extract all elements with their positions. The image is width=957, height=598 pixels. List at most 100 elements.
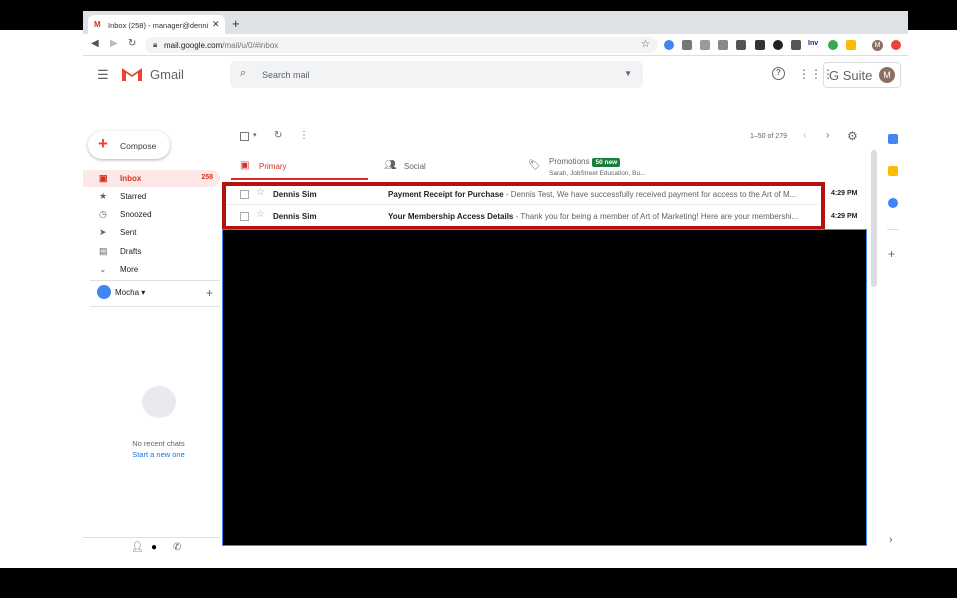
sidebar-item-label: Sent [120, 228, 137, 237]
search-options-icon[interactable]: ▼ [624, 69, 632, 78]
clock-icon: ◷ [99, 209, 107, 219]
compose-button[interactable]: + Compose [88, 131, 170, 159]
tab-label: Social [404, 162, 426, 171]
gsuite-account-button[interactable]: G Suite M [823, 62, 901, 88]
hangouts-icon[interactable]: ● [151, 542, 157, 553]
lock-icon: 🔒︎ [153, 40, 158, 49]
search-bar[interactable]: ⌕ Search mail ▼ [230, 61, 643, 88]
close-tab-icon[interactable]: ✕ [212, 19, 220, 30]
start-new-chat-link[interactable]: Start a new one [105, 450, 212, 459]
tab-label: Promotions [549, 157, 590, 166]
more-options-icon[interactable]: ⋮ [299, 130, 309, 141]
extension-icon[interactable] [718, 40, 728, 50]
gmail-favicon-icon: M [94, 20, 101, 29]
grammarly-extension-icon[interactable] [828, 40, 838, 50]
scrollbar[interactable] [871, 150, 877, 287]
back-icon[interactable]: ◀ [91, 38, 99, 49]
compose-plus-icon: + [98, 134, 108, 153]
inv-extension-icon[interactable]: Inv [808, 40, 818, 47]
star-icon: ★ [99, 191, 108, 201]
email-time: 4:29 PM [831, 213, 858, 220]
profile-avatar[interactable]: M [872, 40, 883, 51]
calendar-icon[interactable] [888, 134, 898, 144]
extension-icon[interactable] [791, 40, 801, 50]
tab-label: Primary [259, 162, 287, 171]
compose-label: Compose [120, 141, 157, 151]
sidebar-item-label: More [120, 265, 139, 274]
divider [90, 306, 220, 307]
older-page-icon[interactable]: › [826, 130, 829, 141]
sidebar-item-label: Snoozed [120, 210, 152, 219]
tab-social[interactable]: 👥︎ Social [374, 152, 511, 180]
app-name: Gmail [150, 67, 184, 82]
draft-icon: ▤ [99, 246, 108, 256]
url-host: mail.google.com [164, 41, 223, 50]
tab-title: Inbox (258) - manager@dennis [108, 21, 208, 30]
camera-extension-icon[interactable] [682, 40, 692, 50]
tab-primary[interactable]: ▣ Primary [231, 152, 368, 180]
refresh-icon[interactable]: ↻ [274, 130, 282, 141]
select-dropdown-icon[interactable]: ▾ [253, 131, 257, 139]
contacts-icon[interactable]: 👤︎ [131, 542, 144, 553]
sidebar-item-inbox[interactable]: ▣ Inbox 258 [83, 170, 220, 187]
keep-icon[interactable] [888, 166, 898, 176]
settings-gear-icon[interactable]: ⚙ [847, 129, 858, 143]
inbox-icon: ▣ [240, 160, 250, 171]
extension-icon[interactable] [755, 40, 765, 50]
reload-icon[interactable]: ↻ [128, 38, 136, 49]
main-menu-icon[interactable]: ☰ [97, 67, 109, 83]
divider [887, 229, 899, 230]
highlight-box [222, 182, 825, 230]
sidebar-item-label: Drafts [120, 247, 142, 256]
redacted-area [222, 229, 867, 546]
gsuite-brand: G Suite [829, 68, 873, 83]
help-icon[interactable]: ? [772, 67, 785, 80]
people-icon: 👥︎ [384, 160, 397, 171]
newer-page-icon[interactable]: ‹ [803, 130, 806, 141]
email-time: 4:29 PM [831, 190, 858, 197]
account-avatar[interactable]: M [879, 67, 895, 83]
select-all-checkbox[interactable] [240, 132, 249, 141]
avatar [97, 285, 111, 299]
promotions-senders: Sarah, JobStreet Education, Bu... [549, 170, 646, 177]
chevron-down-icon: ⌄ [99, 264, 107, 274]
sidebar-item-more[interactable]: ⌄ More [83, 261, 220, 278]
add-contact-icon[interactable]: + [206, 286, 213, 300]
add-addon-icon[interactable]: + [888, 247, 895, 261]
new-tab-button[interactable]: + [232, 16, 240, 31]
extension-icon[interactable] [773, 40, 783, 50]
sidebar-item-starred[interactable]: ★ Starred [83, 188, 220, 205]
sidebar-item-sent[interactable]: ➤ Sent [83, 224, 220, 241]
url-bar[interactable]: 🔒︎ mail.google.com/mail/u/0/#inbox ☆ [145, 37, 658, 53]
gmail-logo-icon [122, 68, 142, 81]
search-icon[interactable]: ⌕ [240, 67, 246, 80]
inbox-icon: ▣ [99, 173, 108, 183]
pagination-label: 1–50 of 279 [750, 133, 787, 140]
browser-tab[interactable]: M Inbox (258) - manager@dennis ✕ [88, 15, 225, 34]
extension-icon[interactable] [891, 40, 901, 50]
new-count-badge: 50 new [592, 158, 621, 167]
extension-icon[interactable] [846, 40, 856, 50]
forward-icon[interactable]: ▶ [110, 38, 118, 49]
hangouts-user-name: Mocha [115, 288, 140, 297]
divider [83, 537, 220, 538]
send-icon: ➤ [99, 227, 107, 237]
phone-icon[interactable]: ✆ [173, 542, 181, 553]
tasks-icon[interactable] [888, 198, 898, 208]
extension-icon[interactable] [700, 40, 710, 50]
search-input[interactable]: Search mail [262, 70, 310, 80]
unread-count: 258 [201, 174, 213, 181]
divider [90, 280, 220, 281]
hangouts-chat-icon [142, 386, 176, 418]
sidebar-item-drafts[interactable]: ▤ Drafts [83, 243, 220, 260]
facebook-extension-icon[interactable] [736, 40, 746, 50]
tag-icon: 🏷︎ [528, 160, 541, 171]
bookmark-star-icon[interactable]: ☆ [641, 39, 650, 50]
sidebar-item-label: Starred [120, 192, 147, 201]
sidebar-item-label: Inbox [120, 174, 142, 183]
sidebar-item-snoozed[interactable]: ◷ Snoozed [83, 206, 220, 223]
no-recent-chats: No recent chats [132, 439, 185, 448]
url-path: /mail/u/0/#inbox [222, 41, 279, 50]
extension-icon[interactable] [664, 40, 674, 50]
expand-panel-icon[interactable]: › [889, 534, 893, 546]
